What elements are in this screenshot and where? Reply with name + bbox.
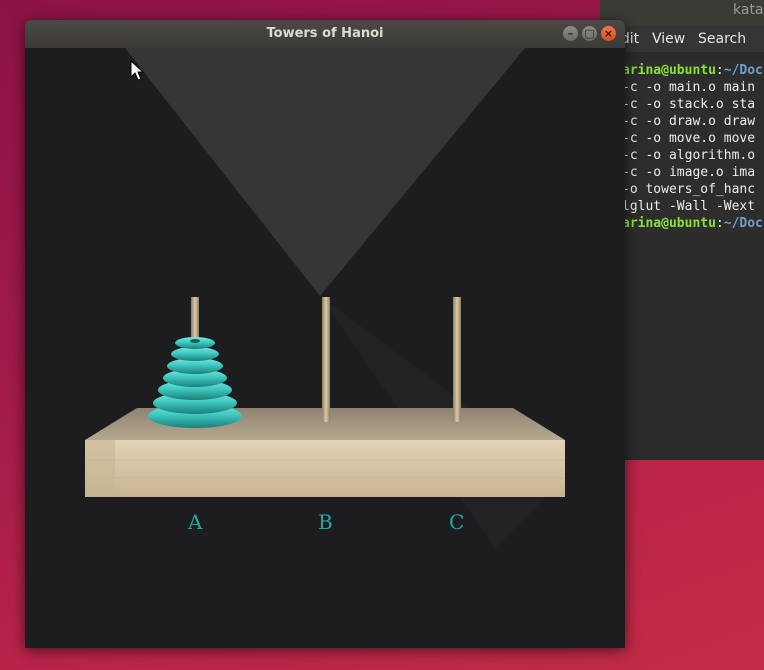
terminal-line: -c -o draw.o draw bbox=[622, 114, 756, 129]
game-canvas[interactable]: A B C bbox=[25, 48, 625, 648]
board-front bbox=[85, 440, 565, 497]
terminal-line: -c -o image.o ima bbox=[622, 165, 756, 180]
menu-search[interactable]: Search bbox=[698, 31, 746, 47]
terminal-line: -c -o algorithm.o bbox=[622, 148, 756, 163]
window-title: Towers of Hanoi bbox=[266, 26, 384, 41]
terminal-titlebar[interactable]: kata bbox=[600, 0, 764, 26]
terminal-line: -c -o main.o main bbox=[622, 80, 756, 95]
close-button[interactable]: × bbox=[601, 26, 616, 41]
peg-c bbox=[453, 297, 461, 422]
maximize-button[interactable]: □ bbox=[582, 26, 597, 41]
terminal-output[interactable]: arina@ubuntu:~/Doc -c -o main.o main -c -o… bbox=[622, 62, 764, 232]
hanoi-window[interactable]: Towers of Hanoi – □ × A B C bbox=[25, 20, 625, 648]
disk-stack-a bbox=[148, 337, 242, 428]
terminal-line: -o towers_of_hanc bbox=[622, 182, 756, 197]
disk-2 bbox=[171, 347, 219, 361]
terminal-line: lglut -Wall -Wext bbox=[622, 199, 756, 214]
peg-label-a: A bbox=[188, 510, 203, 534]
mouse-cursor-icon bbox=[130, 60, 144, 81]
menu-view[interactable]: View bbox=[652, 31, 685, 47]
scene-svg bbox=[85, 48, 565, 548]
peg-label-b: B bbox=[318, 510, 333, 534]
terminal-prompt-line: arina@ubuntu:~/Doc bbox=[622, 216, 763, 231]
terminal-title: kata bbox=[733, 2, 764, 18]
terminal-line: -c -o stack.o sta bbox=[622, 97, 756, 112]
spotlight-beam bbox=[125, 48, 525, 296]
peg-label-c: C bbox=[449, 510, 465, 534]
terminal-prompt-line: arina@ubuntu:~/Doc bbox=[622, 63, 763, 78]
terminal-line: -c -o move.o move bbox=[622, 131, 756, 146]
window-titlebar[interactable]: Towers of Hanoi – □ × bbox=[25, 20, 625, 48]
peg-b bbox=[322, 297, 330, 422]
minimize-button[interactable]: – bbox=[563, 26, 578, 41]
